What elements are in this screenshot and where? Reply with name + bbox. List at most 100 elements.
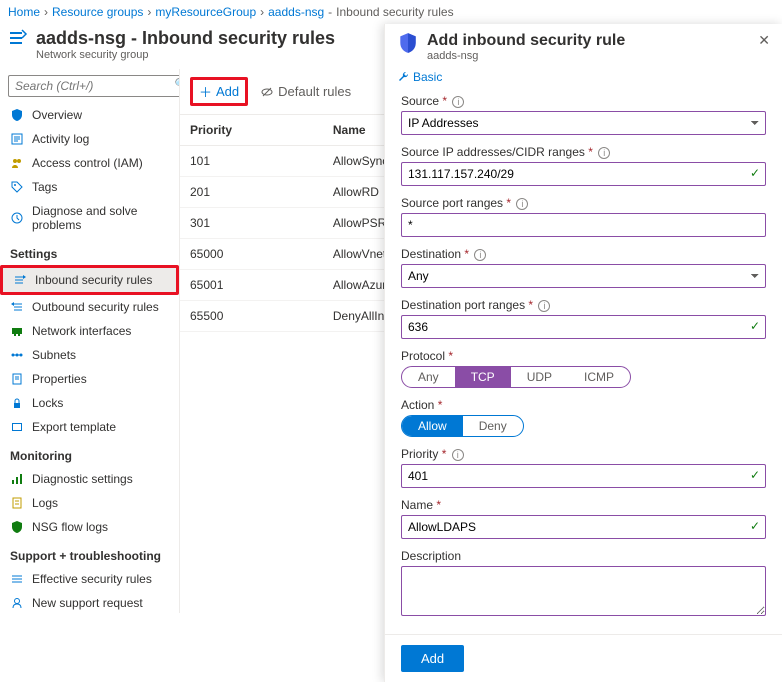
breadcrumb-rg[interactable]: Resource groups <box>52 5 143 19</box>
cell-priority: 65500 <box>180 301 323 332</box>
sidebar-section-support: Support + troubleshooting <box>0 539 179 567</box>
info-icon[interactable]: i <box>516 198 528 210</box>
protocol-any[interactable]: Any <box>402 367 455 387</box>
description-input[interactable] <box>401 566 766 616</box>
sidebar-item-label: Access control (IAM) <box>32 156 143 170</box>
sidebar-item-tags[interactable]: Tags <box>0 175 179 199</box>
eye-off-icon <box>260 85 274 99</box>
highlight-inbound-rules: Inbound security rules <box>0 265 179 295</box>
flow-icon <box>10 520 24 534</box>
panel-title: Add inbound security rule <box>427 32 625 50</box>
sidebar-item-export[interactable]: Export template <box>0 415 179 439</box>
sidebar-item-label: Outbound security rules <box>32 300 159 314</box>
cell-priority: 101 <box>180 146 323 177</box>
sidebar-item-label: NSG flow logs <box>32 520 108 534</box>
sidebar-item-outbound-rules[interactable]: Outbound security rules <box>0 295 179 319</box>
sidebar-item-effective-rules[interactable]: Effective security rules <box>0 567 179 591</box>
sidebar-item-label: Properties <box>32 372 87 386</box>
info-icon[interactable]: i <box>452 96 464 108</box>
source-select[interactable]: IP Addresses <box>401 111 766 135</box>
protocol-udp[interactable]: UDP <box>511 367 568 387</box>
label-action: Action * <box>401 398 766 412</box>
sidebar-item-iam[interactable]: Access control (IAM) <box>0 151 179 175</box>
tag-icon <box>10 180 24 194</box>
sidebar-item-label: Network interfaces <box>32 324 131 338</box>
sidebar-item-label: Activity log <box>32 132 89 146</box>
add-button-label: Add <box>216 84 239 99</box>
people-icon <box>10 156 24 170</box>
page-subtitle: Network security group <box>36 49 335 61</box>
breadcrumb: Home› Resource groups› myResourceGroup› … <box>0 0 782 24</box>
sidebar-item-locks[interactable]: Locks <box>0 391 179 415</box>
sidebar-section-monitoring: Monitoring <box>0 439 179 467</box>
protocol-tcp[interactable]: TCP <box>455 367 511 387</box>
source-ip-input[interactable] <box>401 162 766 186</box>
name-input[interactable] <box>401 515 766 539</box>
sidebar-item-label: Locks <box>32 396 63 410</box>
breadcrumb-home[interactable]: Home <box>8 5 40 19</box>
sidebar-item-label: Export template <box>32 420 116 434</box>
add-button[interactable]: ＋ Add <box>199 82 239 101</box>
outbound-icon <box>10 300 24 314</box>
logs-icon <box>10 496 24 510</box>
info-icon[interactable]: i <box>598 147 610 159</box>
info-icon[interactable]: i <box>452 449 464 461</box>
sidebar-item-nics[interactable]: Network interfaces <box>0 319 179 343</box>
shield-icon <box>10 108 24 122</box>
plus-icon: ＋ <box>199 82 212 101</box>
sidebar-item-diagnose[interactable]: Diagnose and solve problems <box>0 199 179 237</box>
sidebar-item-label: Inbound security rules <box>35 273 152 287</box>
inbound-icon <box>13 273 27 287</box>
sidebar-item-flow-logs[interactable]: NSG flow logs <box>0 515 179 539</box>
add-rule-panel: Add inbound security rule aadds-nsg ✕ Ba… <box>384 24 782 682</box>
protocol-icmp[interactable]: ICMP <box>568 367 630 387</box>
sidebar-item-properties[interactable]: Properties <box>0 367 179 391</box>
breadcrumb-nsg[interactable]: aadds-nsg <box>268 5 324 19</box>
basic-tab[interactable]: Basic <box>385 66 782 94</box>
label-priority: Priority * i <box>401 447 766 461</box>
label-dest-port: Destination port ranges * i <box>401 298 766 312</box>
cell-priority: 201 <box>180 177 323 208</box>
export-icon <box>10 420 24 434</box>
submit-add-button[interactable]: Add <box>401 645 464 672</box>
destination-select[interactable]: Any <box>401 264 766 288</box>
page-title: aadds-nsg - Inbound security rules <box>36 28 335 49</box>
info-icon[interactable]: i <box>474 249 486 261</box>
sidebar-item-label: Effective security rules <box>32 572 152 586</box>
sidebar-item-label: Diagnostic settings <box>32 472 133 486</box>
sidebar-item-logs[interactable]: Logs <box>0 491 179 515</box>
protocol-segmented: Any TCP UDP ICMP <box>401 366 631 388</box>
sidebar-item-label: Diagnose and solve problems <box>32 204 169 232</box>
sidebar-item-overview[interactable]: Overview <box>0 103 179 127</box>
sidebar-item-diagnostic-settings[interactable]: Diagnostic settings <box>0 467 179 491</box>
effective-icon <box>10 572 24 586</box>
breadcrumb-group[interactable]: myResourceGroup <box>155 5 256 19</box>
sidebar-item-label: Tags <box>32 180 57 194</box>
cell-priority: 65000 <box>180 239 323 270</box>
default-rules-button[interactable]: Default rules <box>260 84 351 99</box>
info-icon[interactable]: i <box>538 300 550 312</box>
action-segmented: Allow Deny <box>401 415 524 437</box>
subnet-icon <box>10 348 24 362</box>
sidebar-item-activity-log[interactable]: Activity log <box>0 127 179 151</box>
sidebar: « Overview Activity log Access control (… <box>0 69 180 613</box>
sidebar-item-label: Overview <box>32 108 82 122</box>
nic-icon <box>10 324 24 338</box>
lock-icon <box>10 396 24 410</box>
sidebar-item-support-request[interactable]: New support request <box>0 591 179 613</box>
sidebar-item-label: Subnets <box>32 348 76 362</box>
close-icon[interactable]: ✕ <box>758 32 770 49</box>
priority-input[interactable] <box>401 464 766 488</box>
sidebar-item-inbound-rules[interactable]: Inbound security rules <box>3 268 176 292</box>
dest-port-input[interactable] <box>401 315 766 339</box>
action-deny[interactable]: Deny <box>463 416 523 436</box>
source-port-input[interactable] <box>401 213 766 237</box>
search-input[interactable] <box>8 75 180 97</box>
nsg-rules-icon <box>8 28 28 48</box>
action-allow[interactable]: Allow <box>402 416 463 436</box>
col-priority[interactable]: Priority <box>180 115 323 146</box>
sidebar-item-subnets[interactable]: Subnets <box>0 343 179 367</box>
label-source-port: Source port ranges * i <box>401 196 766 210</box>
diagnose-icon <box>10 211 24 225</box>
support-icon <box>10 596 24 610</box>
